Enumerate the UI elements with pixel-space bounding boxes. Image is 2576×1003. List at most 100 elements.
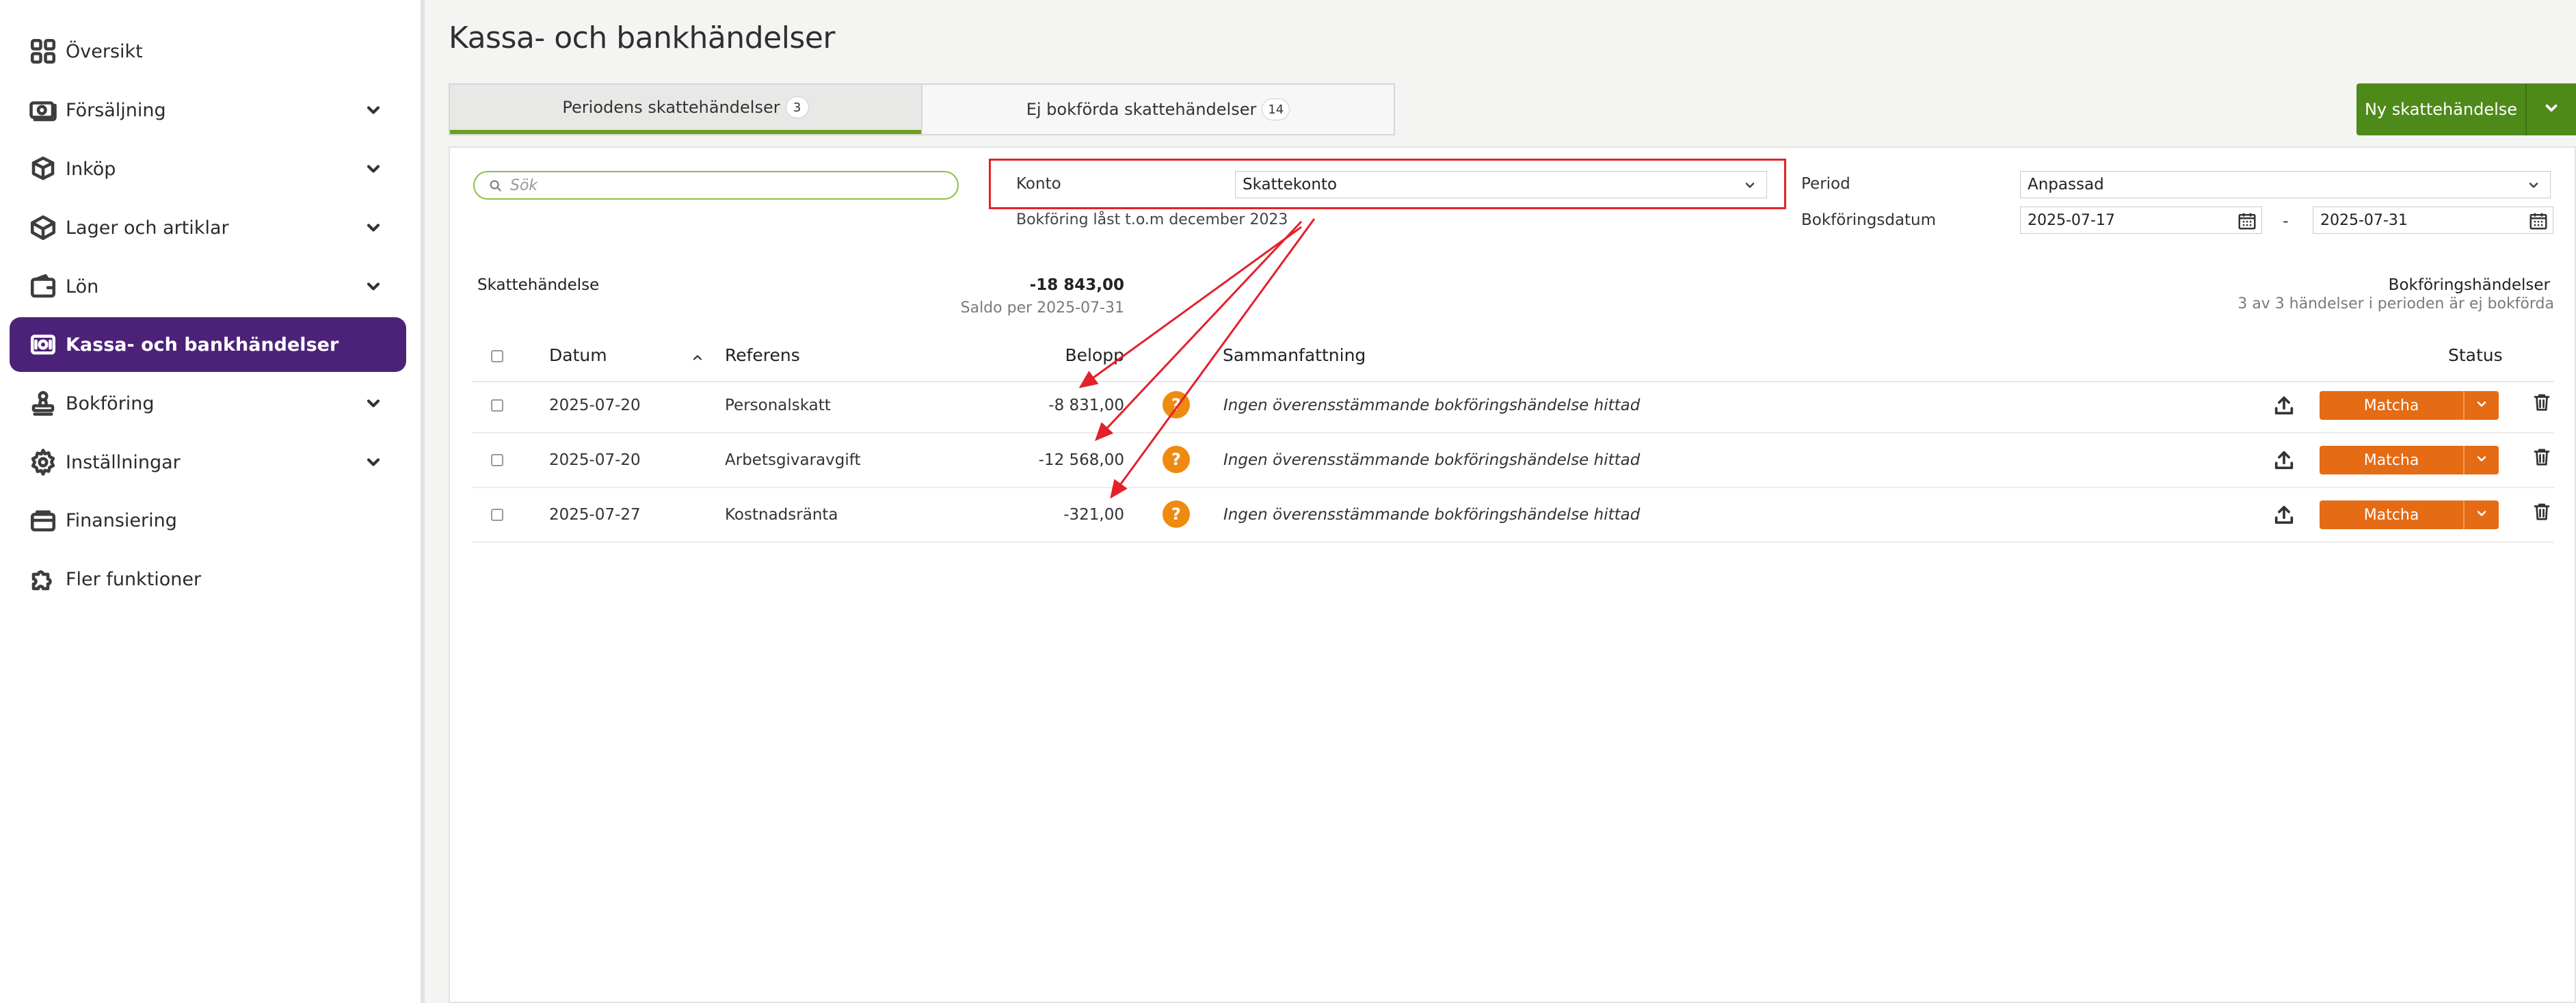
row-checkbox[interactable] [491, 399, 503, 412]
search-field [473, 171, 959, 200]
sidebar-item-lon[interactable]: Lön [10, 259, 406, 314]
tab-label: Ej bokförda skattehändelser [1026, 100, 1257, 119]
date-from-field[interactable]: 2025-07-17 [2020, 206, 2262, 234]
period-select[interactable]: Anpassad [2020, 171, 2551, 198]
sidebar-item-label: Försäljning [66, 99, 166, 121]
new-tax-event-dropdown[interactable] [2525, 83, 2576, 135]
chevron-down-icon [364, 277, 383, 296]
stamp-icon [29, 389, 57, 418]
chevron-down-icon [2475, 397, 2488, 414]
sidebar-item-label: Lager och artiklar [66, 217, 229, 239]
question-status-icon[interactable]: ? [1163, 446, 1190, 473]
match-dropdown[interactable] [2463, 500, 2499, 529]
sidebar-item-inkop[interactable]: Inköp [10, 142, 406, 196]
tab-label: Periodens skattehändelser [562, 98, 780, 117]
sidebar-item-fler-funktioner[interactable]: Fler funktioner [10, 552, 406, 606]
row-checkbox[interactable] [491, 454, 503, 466]
divider [472, 487, 2554, 488]
row-date: 2025-07-20 [549, 451, 641, 469]
summary-title: Skattehändelse [477, 276, 600, 294]
sidebar-item-lager[interactable]: Lager och artiklar [10, 200, 406, 255]
new-tax-event-split-button: Ny skattehändelse [2356, 83, 2576, 135]
upload-icon[interactable] [2272, 503, 2296, 526]
sidebar-item-label: Inställningar [66, 451, 181, 473]
count-badge: 3 [785, 96, 809, 118]
lock-note: Bokföring låst t.o.m december 2023 [1016, 211, 1288, 228]
sidebar-item-oversikt[interactable]: Översikt [10, 24, 406, 79]
cash-icon [29, 330, 57, 359]
chevron-down-icon [1743, 178, 1757, 192]
match-button[interactable]: Matcha [2320, 500, 2463, 529]
sidebar-item-label: Översikt [66, 40, 143, 62]
date-to-field[interactable]: 2025-07-31 [2313, 206, 2553, 234]
chevron-down-icon [364, 101, 383, 120]
col-status: Status [2448, 345, 2503, 365]
new-tax-event-button[interactable]: Ny skattehändelse [2356, 83, 2525, 135]
summary-saldo: Saldo per 2025-07-31 [960, 299, 1124, 317]
row-reference: Arbetsgivaravgift [725, 451, 861, 469]
trash-icon[interactable] [2532, 500, 2552, 522]
date-separator: - [2283, 211, 2289, 230]
calendar-icon[interactable] [2528, 211, 2549, 231]
trash-icon[interactable] [2532, 391, 2552, 413]
row-reference: Kostnadsränta [725, 506, 838, 524]
sidebar-item-label: Fler funktioner [66, 568, 202, 590]
divider [472, 541, 2554, 543]
chevron-down-icon [2542, 99, 2560, 120]
row-date: 2025-07-27 [549, 506, 641, 524]
col-reference[interactable]: Referens [725, 345, 800, 365]
page-title: Kassa- och bankhändelser [449, 21, 836, 55]
date-from-value: 2025-07-17 [2028, 211, 2115, 229]
konto-select-value: Skattekonto [1243, 176, 1338, 193]
chevron-down-icon [364, 394, 383, 413]
col-date[interactable]: Datum [549, 345, 607, 365]
match-button[interactable]: Matcha [2320, 391, 2463, 420]
search-input[interactable] [510, 175, 948, 196]
sidebar-item-installningar[interactable]: Inställningar [10, 435, 406, 490]
sort-ascending-icon[interactable] [691, 351, 704, 364]
bookings-status: 3 av 3 händelser i perioden är ej bokför… [2238, 295, 2554, 312]
trash-icon[interactable] [2532, 446, 2552, 468]
question-status-icon[interactable]: ? [1163, 500, 1190, 528]
sidebar-item-forsaljning[interactable]: Försäljning [10, 83, 406, 137]
sidebar-item-label: Inköp [66, 158, 116, 180]
row-date: 2025-07-20 [549, 397, 641, 414]
match-split-button: Matcha [2320, 446, 2499, 474]
question-status-icon[interactable]: ? [1163, 391, 1190, 418]
bookings-title: Bokföringshändelser [2388, 276, 2550, 294]
chevron-down-icon [2475, 452, 2488, 468]
date-label: Bokföringsdatum [1801, 211, 1937, 229]
tab-ej-bokforda[interactable]: Ej bokförda skattehändelser 14 [921, 85, 1394, 134]
grid-icon [29, 37, 57, 66]
sidebar-item-label: Lön [66, 276, 99, 297]
tab-periodens-skattehandelser[interactable]: Periodens skattehändelser 3 [450, 85, 921, 134]
row-amount: -8 831,00 [1048, 397, 1124, 414]
upload-icon[interactable] [2272, 449, 2296, 472]
select-all-checkbox[interactable] [491, 350, 503, 362]
row-checkbox[interactable] [491, 509, 503, 521]
upload-icon[interactable] [2272, 394, 2296, 417]
sidebar-item-label: Kassa- och bankhändelser [66, 334, 339, 356]
sidebar-item-finansiering[interactable]: Finansiering [10, 493, 406, 548]
period-label: Period [1801, 175, 1850, 193]
match-button[interactable]: Matcha [2320, 446, 2463, 474]
konto-select[interactable]: Skattekonto [1235, 171, 1767, 198]
summary-amount: -18 843,00 [1029, 276, 1124, 294]
col-summary: Sammanfattning [1223, 345, 1366, 365]
calendar-icon[interactable] [2237, 211, 2257, 231]
row-reference: Personalskatt [725, 397, 831, 414]
match-split-button: Matcha [2320, 391, 2499, 420]
chevron-down-icon [2475, 507, 2488, 523]
count-badge: 14 [1262, 98, 1290, 120]
finance-icon [29, 506, 57, 535]
content-panel [449, 146, 2576, 1003]
divider [472, 432, 2554, 433]
row-summary: Ingen överensstämmande bokföringshändels… [1223, 451, 1641, 469]
sidebar-item-kassa[interactable]: Kassa- och bankhändelser [10, 317, 406, 372]
match-dropdown[interactable] [2463, 446, 2499, 474]
match-split-button: Matcha [2320, 500, 2499, 529]
col-amount[interactable]: Belopp [1065, 345, 1124, 365]
chevron-down-icon [364, 218, 383, 237]
match-dropdown[interactable] [2463, 391, 2499, 420]
sidebar-item-bokforing[interactable]: Bokföring [10, 376, 406, 431]
